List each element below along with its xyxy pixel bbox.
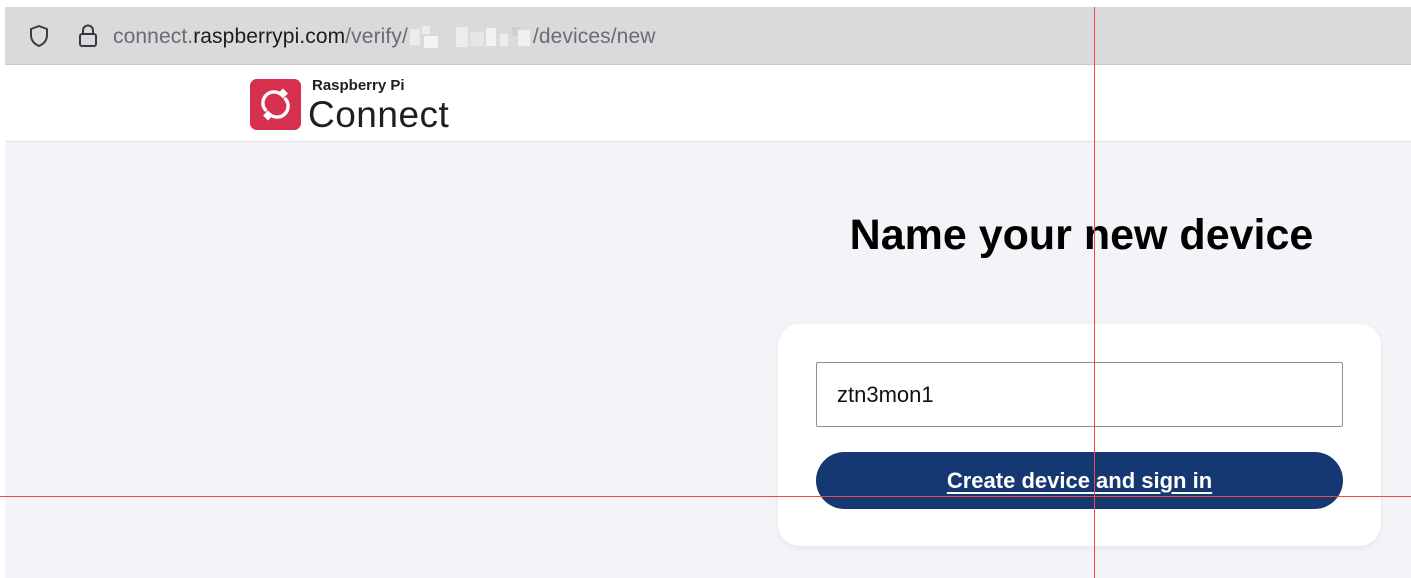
horizontal-guide-line bbox=[0, 496, 1411, 497]
raspberry-pi-connect-logo-icon[interactable] bbox=[250, 79, 301, 130]
site-header: Raspberry Pi Connect bbox=[5, 65, 1411, 142]
url-prefix: connect. bbox=[113, 25, 194, 48]
create-device-button[interactable]: Create device and sign in bbox=[816, 452, 1343, 509]
address-bar[interactable]: connect.raspberrypi.com/verify/ /devices/… bbox=[5, 7, 1411, 65]
device-name-card: Create device and sign in bbox=[778, 324, 1381, 546]
shield-icon[interactable] bbox=[28, 24, 50, 48]
brand-large-text: Connect bbox=[308, 94, 450, 135]
vertical-guide-line bbox=[1094, 7, 1095, 578]
device-name-input[interactable] bbox=[816, 362, 1343, 427]
url-path-start: /verify/ bbox=[345, 25, 408, 48]
browser-window: connect.raspberrypi.com/verify/ /devices/… bbox=[0, 0, 1411, 578]
page-title: Name your new device bbox=[849, 211, 1314, 259]
url-path-end: /devices/new bbox=[532, 25, 656, 48]
lock-icon[interactable] bbox=[77, 23, 99, 49]
url-text[interactable]: connect.raspberrypi.com/verify/ /devices/… bbox=[113, 24, 656, 50]
redacted-token bbox=[408, 24, 533, 50]
url-domain: raspberrypi.com bbox=[193, 25, 346, 48]
main-content: Name your new device Create device and s… bbox=[5, 142, 1411, 578]
